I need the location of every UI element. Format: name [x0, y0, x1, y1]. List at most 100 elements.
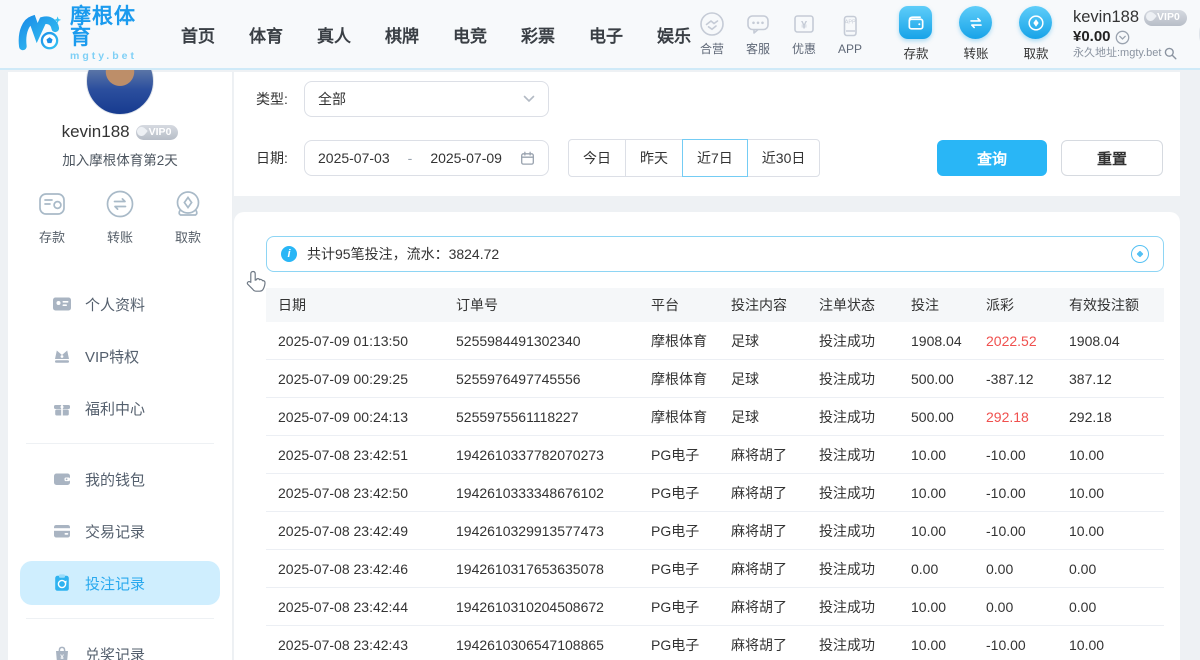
summary-bar: i 共计95笔投注，流水：3824.72	[266, 236, 1164, 272]
sidebar-item-label: 我的钱包	[85, 469, 145, 490]
cell-bet: 500.00	[911, 409, 986, 425]
balance-refresh-icon[interactable]	[1115, 30, 1130, 45]
cell-content: 足球	[731, 369, 819, 389]
nav-item-casino[interactable]: 娱乐	[657, 22, 691, 47]
cell-order-no: 1942610329913577473	[456, 523, 651, 539]
nav-item-esports[interactable]: 电竞	[453, 22, 487, 47]
cell-valid-bet: 10.00	[1069, 523, 1152, 539]
transfer-label: 转账	[963, 43, 988, 62]
partner-link[interactable]: 合营	[691, 11, 733, 57]
site-logo[interactable]: 摩根体育 mgty.bet	[18, 6, 137, 62]
table-header-cell: 日期	[278, 295, 456, 315]
scroll-to-top-icon[interactable]	[1131, 245, 1149, 263]
date-start-value: 2025-07-03	[318, 150, 390, 166]
sidebar-item-label: 投注记录	[85, 573, 145, 594]
cell-bet: 10.00	[911, 523, 986, 539]
sidebar-transfer-label: 转账	[107, 227, 133, 246]
gift-bag-icon: ¥	[52, 644, 72, 660]
transfer-button[interactable]: 转账	[953, 6, 999, 62]
type-select-value: 全部	[318, 89, 346, 109]
nav-item-slots[interactable]: 电子	[589, 22, 623, 47]
sidebar-item-profile[interactable]: 个人资料	[20, 282, 220, 326]
range-yesterday-button[interactable]: 昨天	[625, 139, 683, 177]
range-today-button[interactable]: 今日	[568, 139, 626, 177]
cell-order-no: 1942610337782070273	[456, 447, 651, 463]
nav-item-lottery[interactable]: 彩票	[521, 22, 555, 47]
support-link[interactable]: 客服	[737, 11, 779, 57]
sidebar: kevin188 VIP0 加入摩根体育第2天 存款	[8, 72, 233, 660]
nav-item-home[interactable]: 首页	[181, 22, 215, 47]
table-header-cell: 投注	[911, 295, 986, 315]
deposit-button[interactable]: 存款	[893, 6, 939, 62]
cell-date: 2025-07-09 01:13:50	[278, 333, 456, 349]
promo-link[interactable]: ¥ 优惠	[783, 11, 825, 57]
cell-status: 投注成功	[819, 331, 911, 351]
cell-order-no: 5255976497745556	[456, 371, 651, 387]
table-row: 2025-07-08 23:42:43 1942610306547108865 …	[266, 626, 1164, 660]
cell-platform: PG电子	[651, 521, 731, 541]
sidebar-item-transactions[interactable]: 交易记录	[20, 509, 220, 553]
user-info[interactable]: kevin188 VIP0 ¥0.00 永久地址:mgty.bet	[1073, 7, 1187, 60]
table-header-cell: 注单状态	[819, 295, 911, 315]
app-link[interactable]: APP APP	[829, 13, 871, 56]
withdraw-button[interactable]: 取款	[1013, 6, 1059, 62]
cell-order-no: 1942610317653635078	[456, 561, 651, 577]
sidebar-item-label: 个人资料	[85, 294, 145, 315]
query-button[interactable]: 查询	[937, 140, 1047, 176]
cell-date: 2025-07-08 23:42:51	[278, 447, 456, 463]
sidebar-transfer-button[interactable]: 转账	[102, 186, 138, 246]
table-row: 2025-07-08 23:42:51 1942610337782070273 …	[266, 436, 1164, 474]
bet-records-icon	[52, 573, 72, 593]
cell-valid-bet: 0.00	[1069, 561, 1152, 577]
deposit-label: 存款	[903, 43, 928, 62]
nav-item-cards[interactable]: 棋牌	[385, 22, 419, 47]
sidebar-item-welfare[interactable]: 福利中心	[20, 386, 220, 430]
cell-platform: 摩根体育	[651, 331, 731, 351]
cell-content: 麻将胡了	[731, 597, 819, 617]
nav-item-live[interactable]: 真人	[317, 22, 351, 47]
withdraw-label: 取款	[1023, 43, 1048, 62]
sidebar-item-bet-records[interactable]: 投注记录	[20, 561, 220, 605]
deposit-outline-icon	[34, 186, 70, 222]
summary-text: 共计95笔投注，流水：3824.72	[307, 244, 499, 264]
cell-platform: PG电子	[651, 483, 731, 503]
wallet-actions: 存款 转账	[893, 6, 1059, 62]
reset-button[interactable]: 重置	[1061, 140, 1163, 176]
sidebar-item-vip[interactable]: VIP特权	[20, 334, 220, 378]
cell-status: 投注成功	[819, 445, 911, 465]
table-header-cell: 平台	[651, 295, 731, 315]
table-row: 2025-07-08 23:42:50 1942610333348676102 …	[266, 474, 1164, 512]
logo-title: 摩根体育	[70, 6, 137, 48]
support-label: 客服	[746, 40, 770, 57]
cell-platform: PG电子	[651, 635, 731, 655]
logo-subtitle: mgty.bet	[70, 51, 137, 62]
magnifier-icon[interactable]	[1164, 47, 1177, 60]
calendar-icon	[520, 151, 535, 166]
cell-payout: 292.18	[986, 409, 1069, 425]
cell-order-no: 1942610306547108865	[456, 637, 651, 653]
sidebar-item-wallet[interactable]: 我的钱包	[20, 457, 220, 501]
nav-item-sports[interactable]: 体育	[249, 22, 283, 47]
date-range-picker[interactable]: 2025-07-03 - 2025-07-09	[304, 140, 549, 176]
sidebar-item-redeem-records[interactable]: ¥ 兑奖记录	[20, 632, 220, 660]
table-row: 2025-07-09 00:24:13 5255975561118227 摩根体…	[266, 398, 1164, 436]
deposit-icon	[899, 6, 932, 39]
gift-icon	[52, 398, 72, 418]
transfer-outline-icon	[102, 186, 138, 222]
table-body: 2025-07-09 01:13:50 5255984491302340 摩根体…	[266, 322, 1164, 660]
username: kevin188	[1073, 7, 1139, 28]
sidebar-deposit-button[interactable]: 存款	[34, 186, 70, 246]
withdraw-outline-icon	[170, 186, 206, 222]
sidebar-withdraw-button[interactable]: 取款	[170, 186, 206, 246]
type-select[interactable]: 全部	[304, 81, 549, 117]
range-30days-button[interactable]: 近30日	[747, 139, 821, 177]
cell-status: 投注成功	[819, 559, 911, 579]
cell-payout: 0.00	[986, 599, 1069, 615]
profile-name: kevin188	[62, 122, 130, 142]
handshake-icon	[699, 11, 725, 37]
range-7days-button[interactable]: 近7日	[682, 139, 748, 177]
cell-content: 麻将胡了	[731, 521, 819, 541]
menu-divider	[26, 443, 214, 444]
table-header-cell: 订单号	[456, 295, 651, 315]
cell-content: 麻将胡了	[731, 559, 819, 579]
